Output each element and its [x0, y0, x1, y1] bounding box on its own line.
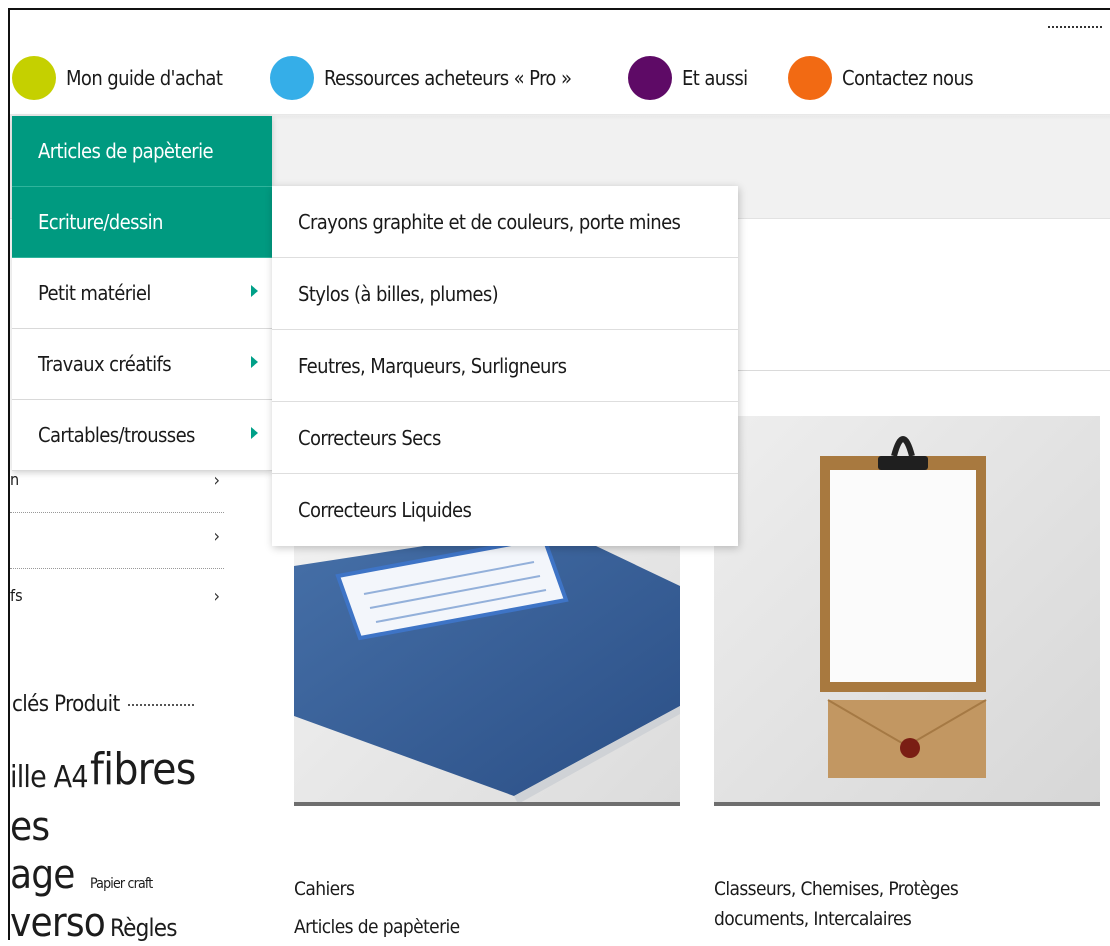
- submenu-item-label: Correcteurs Secs: [298, 425, 441, 450]
- sidebar-divider: [10, 512, 224, 513]
- dropdown-menu-categories: Articles de papèterie Ecriture/dessin Pe…: [12, 116, 272, 471]
- card-underline: [714, 802, 1100, 806]
- sidebar-divider: [10, 568, 224, 569]
- menu-item-label: Cartables/trousses: [38, 423, 195, 447]
- dotted-rule: [1048, 26, 1102, 28]
- tag-link[interactable]: Papier craft: [90, 876, 153, 892]
- nav-label: Contactez nous: [842, 66, 974, 90]
- nav-mon-guide-achat[interactable]: Mon guide d'achat: [12, 56, 223, 100]
- submenu-item-feutres[interactable]: Feutres, Marqueurs, Surligneurs: [272, 330, 738, 402]
- menu-item-ecriture-dessin[interactable]: Ecriture/dessin: [12, 187, 272, 258]
- chevron-right-icon: ›: [213, 470, 220, 491]
- nav-circle-icon: [12, 56, 56, 100]
- dotted-rule: [127, 704, 194, 706]
- card-title[interactable]: Classeurs, Chemises, Protèges documents,…: [714, 874, 1054, 934]
- menu-item-label: Articles de papèterie: [38, 139, 214, 163]
- chevron-right-icon: ›: [213, 586, 220, 607]
- nav-circle-icon: [270, 56, 314, 100]
- sidebar-item[interactable]: n ›: [10, 470, 224, 526]
- tag-link[interactable]: age: [10, 852, 75, 898]
- menu-item-label: Travaux créatifs: [38, 352, 172, 376]
- top-navigation: Mon guide d'achat Ressources acheteurs «…: [10, 46, 1110, 114]
- submenu-item-label: Feutres, Marqueurs, Surligneurs: [298, 353, 567, 378]
- menu-item-label: Ecriture/dessin: [38, 210, 163, 234]
- clipboard-image: [714, 416, 1100, 806]
- tag-link[interactable]: ille A4: [10, 760, 89, 795]
- divider: [736, 370, 1110, 371]
- card-image-classeurs[interactable]: [714, 416, 1100, 806]
- dropdown-submenu-ecriture: Crayons graphite et de couleurs, porte m…: [272, 186, 738, 546]
- card-underline: [294, 802, 680, 806]
- nav-label: Mon guide d'achat: [66, 66, 223, 90]
- submenu-item-crayons[interactable]: Crayons graphite et de couleurs, porte m…: [272, 186, 738, 258]
- caret-right-icon: [251, 356, 258, 368]
- tag-link[interactable]: verso: [10, 900, 106, 946]
- card-title[interactable]: Cahiers: [294, 874, 355, 904]
- nav-et-aussi[interactable]: Et aussi: [628, 56, 748, 100]
- sidebar-item[interactable]: fs ›: [10, 586, 224, 642]
- chevron-right-icon: ›: [213, 526, 220, 547]
- card-subtitle[interactable]: Articles de papèterie: [294, 916, 460, 938]
- menu-item-petit-materiel[interactable]: Petit matériel: [12, 258, 272, 329]
- submenu-item-label: Correcteurs Liquides: [298, 498, 472, 522]
- tag-link[interactable]: fibres: [90, 744, 196, 795]
- tag-link[interactable]: es: [10, 804, 50, 850]
- submenu-item-correcteurs-liquides[interactable]: Correcteurs Liquides: [272, 474, 738, 546]
- submenu-item-correcteurs-secs[interactable]: Correcteurs Secs: [272, 402, 738, 474]
- nav-contactez-nous[interactable]: Contactez nous: [788, 56, 974, 100]
- menu-item-cartables-trousses[interactable]: Cartables/trousses: [12, 400, 272, 471]
- caret-right-icon: [251, 427, 258, 439]
- nav-circle-icon: [628, 56, 672, 100]
- nav-circle-icon: [788, 56, 832, 100]
- menu-item-articles-papeterie[interactable]: Articles de papèterie: [12, 116, 272, 187]
- caret-right-icon: [251, 285, 258, 297]
- nav-ressources-acheteurs[interactable]: Ressources acheteurs « Pro »: [270, 56, 572, 100]
- sidebar-item[interactable]: ›: [10, 526, 224, 582]
- menu-item-travaux-creatifs[interactable]: Travaux créatifs: [12, 329, 272, 400]
- tag-cloud-title: clés Produit: [12, 692, 194, 717]
- sidebar-item-label: fs: [10, 586, 23, 605]
- tag-cloud-title-text: clés Produit: [12, 692, 120, 717]
- nav-label: Ressources acheteurs « Pro »: [324, 66, 572, 90]
- menu-item-label: Petit matériel: [38, 281, 151, 305]
- submenu-item-label: Crayons graphite et de couleurs, porte m…: [298, 209, 681, 234]
- submenu-item-stylos[interactable]: Stylos (à billes, plumes): [272, 258, 738, 330]
- nav-label: Et aussi: [682, 66, 748, 90]
- submenu-item-label: Stylos (à billes, plumes): [298, 281, 499, 306]
- sidebar-item-label: n: [10, 470, 20, 489]
- tag-link[interactable]: Règles: [110, 914, 177, 942]
